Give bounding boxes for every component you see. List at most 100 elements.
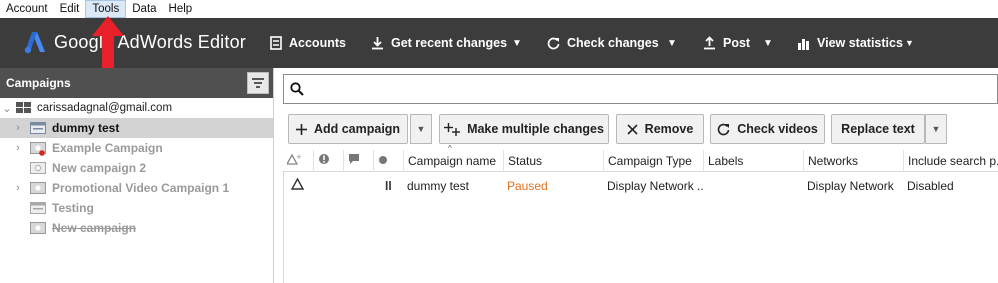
menu-help[interactable]: Help [163, 0, 199, 18]
replace-text-label: Replace text [841, 122, 915, 136]
col-networks[interactable]: Networks [803, 150, 903, 172]
display-campaign-icon [30, 162, 46, 174]
grid-header: + Campaign name Status Campaign Type Lab… [283, 144, 998, 172]
tree-campaign-testing[interactable]: Testing [0, 198, 273, 218]
campaigns-panel-title: Campaigns [6, 76, 71, 90]
accounts-label: Accounts [289, 36, 346, 50]
post-dropdown-icon[interactable]: ▼ [763, 33, 773, 53]
paused-icon: ll [385, 179, 392, 193]
remove-button[interactable]: Remove [616, 114, 704, 144]
campaign-label: Promotional Video Campaign 1 [52, 181, 230, 195]
replace-text-dropdown[interactable]: ▼ [925, 114, 947, 144]
annotation-arrow-icon [92, 16, 124, 68]
svg-text:+: + [296, 153, 301, 161]
display-campaign-icon [30, 202, 46, 214]
multi-plus-icon [444, 122, 461, 136]
cell-status[interactable]: Paused [503, 174, 603, 198]
search-input[interactable] [312, 79, 972, 99]
tree-campaign-promotional-video[interactable]: › Promotional Video Campaign 1 [0, 178, 273, 198]
status-dot-icon [379, 156, 387, 164]
table-row[interactable]: ll dummy test Paused Display Network ...… [283, 174, 998, 198]
check-videos-label: Check videos [737, 122, 818, 136]
collapse-chevron-icon[interactable]: ⌄ [2, 102, 12, 115]
chevron-down-icon: ▼ [931, 124, 941, 134]
expand-chevron-icon[interactable]: › [13, 142, 23, 154]
expand-chevron-icon[interactable]: › [13, 182, 23, 194]
col-status[interactable]: Status [503, 150, 603, 172]
campaign-label: New campaign 2 [52, 161, 147, 175]
filter-icon [252, 78, 264, 88]
post-button[interactable]: Post [703, 33, 750, 53]
video-campaign-icon [30, 222, 46, 234]
remove-label: Remove [644, 122, 694, 136]
menu-edit[interactable]: Edit [54, 0, 86, 18]
cell-campaign-type[interactable]: Display Network ... [603, 174, 703, 198]
filter-button[interactable] [247, 72, 269, 94]
col-change-flag[interactable]: + [283, 150, 313, 172]
add-campaign-button[interactable]: Add campaign [288, 114, 408, 144]
change-triangle-icon [290, 177, 305, 190]
view-statistics-label: View statistics [817, 36, 903, 50]
tree-account-row[interactable]: ⌄ carissadagnal@gmail.com [0, 98, 273, 118]
tree-campaign-new-2[interactable]: New campaign 2 [0, 158, 273, 178]
error-icon [319, 154, 329, 164]
campaign-label: Example Campaign [52, 141, 163, 155]
col-comment[interactable] [343, 150, 373, 172]
post-label: Post [723, 36, 751, 50]
check-changes-button[interactable]: Check changes [547, 33, 659, 53]
account-email: carissadagnal@gmail.com [37, 102, 173, 114]
cell-campaign-name[interactable]: dummy test [403, 174, 503, 198]
tree-campaign-example[interactable]: › Example Campaign [0, 138, 273, 158]
col-labels[interactable]: Labels [703, 150, 803, 172]
menu-data[interactable]: Data [126, 0, 162, 18]
comment-icon [349, 154, 359, 164]
main-toolbar: Google AdWords Editor Accounts Get recen… [0, 18, 998, 68]
get-recent-changes-button[interactable]: Get recent changes [371, 33, 507, 53]
app-title: Google AdWords Editor [54, 31, 246, 52]
download-icon [371, 36, 384, 50]
campaign-label: dummy test [52, 121, 120, 135]
search-box[interactable] [283, 74, 998, 104]
display-campaign-icon [30, 122, 46, 134]
col-state[interactable] [373, 150, 403, 172]
search-icon [290, 82, 304, 99]
check-changes-dropdown-icon[interactable]: ▼ [667, 33, 677, 53]
col-campaign-name[interactable]: Campaign name [403, 150, 503, 172]
cell-labels[interactable] [703, 174, 803, 198]
col-error[interactable] [313, 150, 343, 172]
sort-ascending-icon: ^ [448, 144, 452, 153]
upload-icon [703, 36, 716, 50]
get-recent-changes-dropdown-icon[interactable]: ▼ [512, 33, 522, 53]
bar-chart-icon [797, 37, 810, 50]
replace-text-button[interactable]: Replace text [831, 114, 925, 144]
tree-campaign-dummy-test[interactable]: › dummy test [0, 118, 273, 138]
cell-include-search[interactable]: Disabled [903, 174, 998, 198]
refresh-icon [547, 37, 560, 50]
accounts-button[interactable]: Accounts [270, 33, 346, 53]
campaigns-panel-header: Campaigns [0, 68, 273, 98]
adwords-logo-icon [24, 30, 46, 54]
campaign-label: Testing [52, 201, 94, 215]
menu-account[interactable]: Account [0, 0, 54, 18]
expand-chevron-icon[interactable]: › [13, 122, 23, 134]
col-include-search[interactable]: Include search p... [903, 150, 998, 172]
tree-campaign-new-deleted[interactable]: New campaign [0, 218, 273, 238]
campaigns-panel: Campaigns ⌄ carissadagnal@gmail.com › du… [0, 68, 274, 283]
change-triangle-icon: + [285, 153, 302, 165]
make-multiple-changes-button[interactable]: Make multiple changes [439, 114, 609, 144]
check-changes-label: Check changes [567, 36, 659, 50]
col-campaign-type[interactable]: Campaign Type [603, 150, 703, 172]
check-videos-button[interactable]: Check videos [710, 114, 825, 144]
video-campaign-icon [30, 182, 46, 194]
brand: Google AdWords Editor [24, 30, 246, 54]
view-statistics-button[interactable]: View statistics ▼ [797, 33, 914, 53]
account-grid-icon [16, 102, 32, 114]
plus-icon [295, 123, 307, 135]
row-change-flag [287, 174, 313, 198]
campaign-label: New campaign [52, 221, 137, 235]
menu-bar: Account Edit Tools Data Help [0, 0, 998, 18]
add-campaign-dropdown[interactable]: ▼ [410, 114, 432, 144]
get-recent-changes-label: Get recent changes [391, 36, 508, 50]
cell-networks[interactable]: Display Network [803, 174, 903, 198]
view-statistics-dropdown-icon[interactable]: ▼ [905, 38, 914, 48]
